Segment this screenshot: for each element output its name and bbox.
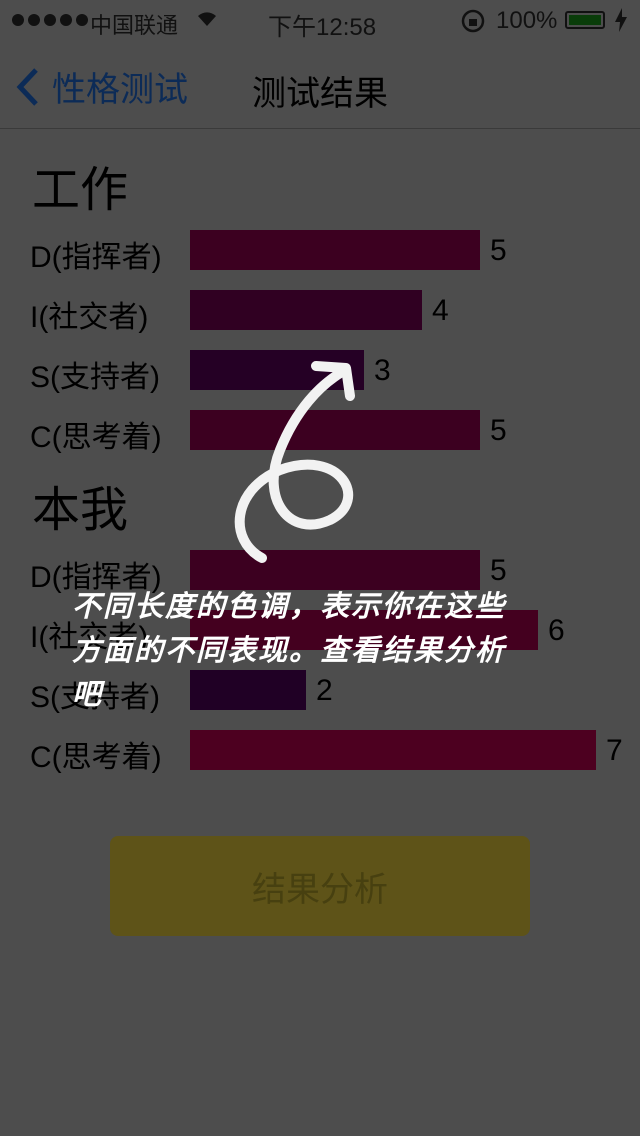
row-label: C(思考着): [30, 741, 162, 774]
bar-value: 6: [548, 614, 565, 647]
signal-strength-icon: [12, 14, 88, 26]
chevron-left-icon: [16, 67, 38, 106]
battery-icon: [565, 11, 605, 29]
status-bar: 中国联通 下午12:58 100%: [0, 0, 640, 41]
result-bar: [190, 290, 422, 330]
row-label: C(思考着): [30, 421, 162, 454]
charging-icon: [614, 8, 628, 38]
section-title-self: 本我: [32, 482, 129, 538]
bar-value: 5: [490, 414, 507, 447]
back-button[interactable]: 性格测试: [14, 62, 188, 111]
row-label: S(支持者): [30, 361, 160, 394]
analysis-button[interactable]: 结果分析: [110, 836, 530, 936]
row-label: I(社交者): [30, 301, 149, 334]
page-title: 测试结果: [252, 75, 388, 113]
section-title-work: 工作: [32, 162, 129, 218]
carrier-name: 中国联通: [90, 13, 179, 38]
bar-value: 3: [374, 354, 391, 387]
result-bar: [190, 730, 596, 770]
bar-value: 5: [490, 554, 507, 587]
analysis-button-label: 结果分析: [252, 870, 388, 909]
navigation-bar: 性格测试 测试结果: [0, 40, 640, 129]
rotation-lock-icon: [460, 8, 486, 40]
curly-arrow-icon: [234, 361, 355, 563]
status-time: 下午12:58: [268, 14, 377, 41]
bar-value: 5: [490, 234, 507, 267]
tutorial-hint-text: 不同长度的色调，表示你在这些方面的不同表现。查看结果分析吧: [72, 589, 507, 711]
bar-value: 7: [606, 734, 623, 767]
back-button-label: 性格测试: [52, 71, 188, 109]
result-bar: [190, 230, 480, 270]
row-label: D(指挥者): [30, 241, 162, 274]
wifi-icon: [194, 6, 220, 34]
battery-percent: 100%: [496, 7, 558, 34]
bar-value: 4: [432, 294, 449, 327]
